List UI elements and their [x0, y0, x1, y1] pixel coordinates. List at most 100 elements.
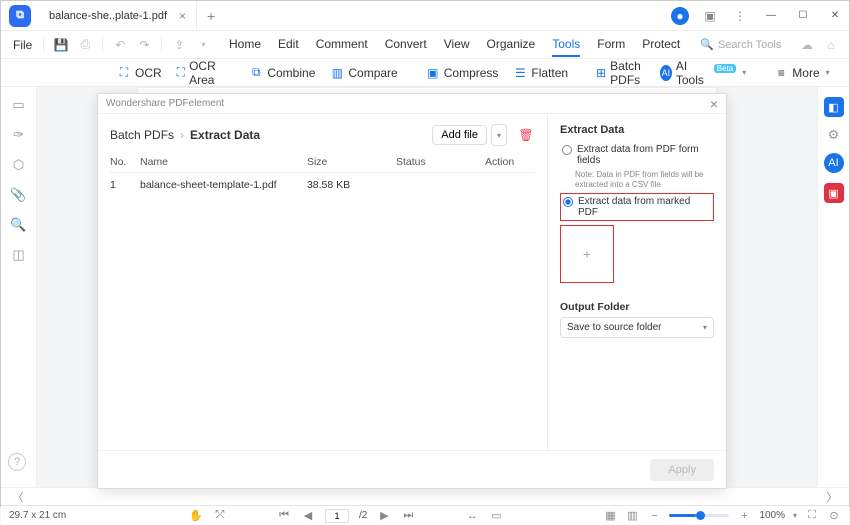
view-mode-2-icon[interactable]: ▥	[625, 509, 639, 523]
next-page-arrow[interactable]: 〉	[825, 489, 839, 505]
tab-form[interactable]: Form	[597, 33, 625, 57]
tab-tools[interactable]: Tools	[552, 33, 580, 57]
tab-edit[interactable]: Edit	[278, 33, 299, 57]
cloud-icon[interactable]: ☁	[798, 36, 816, 54]
cell-no: 1	[110, 179, 140, 191]
select-tool-icon[interactable]: ⤱	[213, 509, 227, 523]
tool-more[interactable]: ≡More▾	[768, 66, 835, 80]
minimize-button[interactable]: —	[757, 1, 785, 31]
tool-ai-tools[interactable]: AIAI ToolsBeta▾	[654, 59, 752, 87]
undo-icon[interactable]: ↶	[111, 36, 129, 54]
plus-icon: +	[583, 246, 591, 262]
table-row[interactable]: 1 balance-sheet-template-1.pdf 38.58 KB	[110, 173, 535, 197]
tab-organize[interactable]: Organize	[487, 33, 536, 57]
next-icon[interactable]: ▶	[377, 509, 391, 523]
sliders-icon[interactable]: ⚙	[826, 127, 842, 143]
fit-width-icon[interactable]: ↔	[465, 509, 479, 523]
add-region-box[interactable]: +	[560, 225, 614, 283]
file-menu[interactable]: File	[7, 38, 38, 52]
maximize-button[interactable]: ☐	[789, 1, 817, 31]
breadcrumb-leaf: Extract Data	[190, 128, 260, 142]
tab-comment[interactable]: Comment	[316, 33, 368, 57]
compress-icon: ▣	[426, 66, 440, 80]
output-folder-select[interactable]: Save to source folder ▾	[560, 317, 714, 338]
tool-ocr-area[interactable]: ⛶OCR Area	[171, 59, 228, 87]
new-tab-button[interactable]: +	[197, 8, 225, 24]
zoom-in-icon[interactable]: +	[737, 509, 751, 523]
help-icon[interactable]: ?	[8, 453, 26, 471]
hand-tool-icon[interactable]: ✋	[189, 509, 203, 523]
tab-convert[interactable]: Convert	[385, 33, 427, 57]
panel-toggle-icon[interactable]: ◧	[824, 97, 844, 117]
close-window-button[interactable]: ✕	[821, 1, 849, 31]
tool-compress[interactable]: ▣Compress	[420, 66, 505, 80]
tool-batch-pdfs[interactable]: ⊞Batch PDFs	[590, 59, 651, 87]
zoom-thumb[interactable]	[696, 511, 705, 520]
tab-protect[interactable]: Protect	[642, 33, 680, 57]
batch-icon: ⊞	[596, 66, 606, 80]
tab-home[interactable]: Home	[229, 33, 261, 57]
tool-combine[interactable]: ⧉Combine	[243, 66, 321, 80]
close-tab-icon[interactable]: ×	[179, 9, 186, 23]
chevron-down-icon: ▾	[703, 323, 707, 332]
document-tab[interactable]: balance-she..plate-1.pdf ×	[39, 1, 197, 30]
modal-close-button[interactable]: ×	[710, 96, 718, 112]
breadcrumb-root[interactable]: Batch PDFs	[110, 128, 174, 142]
search-tools[interactable]: 🔍 Search Tools	[700, 38, 781, 51]
redo-icon[interactable]: ↷	[135, 36, 153, 54]
share-icon[interactable]: ⇪	[170, 36, 188, 54]
fullscreen-icon[interactable]: ⛶	[805, 509, 819, 523]
zoom-value: 100%	[759, 510, 785, 521]
modal-right-panel: Extract Data Extract data from PDF form …	[548, 114, 726, 450]
tab-view[interactable]: View	[444, 33, 470, 57]
fit-page-icon[interactable]: ▭	[489, 509, 503, 523]
prev-page-arrow[interactable]: 〈	[11, 489, 25, 505]
tool-flatten[interactable]: ☰Flatten	[507, 66, 574, 80]
option-marked-pdf[interactable]: Extract data from marked PDF	[560, 193, 714, 221]
tool-compare[interactable]: ▥Compare	[324, 66, 403, 80]
radio-checked-icon	[563, 197, 573, 207]
user-avatar-icon[interactable]: ●	[671, 7, 689, 25]
add-file-dropdown[interactable]: ▾	[491, 124, 507, 146]
cell-name: balance-sheet-template-1.pdf	[140, 179, 307, 191]
save-icon[interactable]: 💾	[52, 36, 70, 54]
ai-chat-icon[interactable]: AI	[824, 153, 844, 173]
pdf-icon[interactable]: ▣	[824, 183, 844, 203]
window-layout-icon[interactable]: ▣	[701, 7, 719, 25]
delete-button[interactable]: 🗑	[517, 124, 535, 146]
layers-icon[interactable]: ◫	[11, 247, 27, 263]
left-rail: ▭ ✑ ⬡ 📎 🔍 ◫	[1, 87, 37, 487]
zoom-slider[interactable]	[669, 514, 729, 517]
kebab-menu-icon[interactable]: ⋮	[731, 7, 749, 25]
settings-corner-icon[interactable]: ⊙	[827, 509, 841, 523]
prev-icon[interactable]: ◀	[301, 509, 315, 523]
tab-title: balance-she..plate-1.pdf	[49, 10, 167, 22]
chevron-down-icon[interactable]: ▾	[194, 36, 212, 54]
apply-button[interactable]: Apply	[650, 459, 714, 481]
home-icon[interactable]: ⌂	[822, 36, 840, 54]
more-icon: ≡	[774, 66, 788, 80]
menu-bar: File 💾 ⎙ ↶ ↷ ⇪ ▾ Home Edit Comment Conve…	[1, 31, 849, 59]
search-icon: 🔍	[700, 38, 714, 51]
view-mode-1-icon[interactable]: ▦	[603, 509, 617, 523]
search-placeholder: Search Tools	[718, 39, 781, 51]
zoom-dropdown-icon[interactable]: ▾	[793, 511, 797, 520]
bookmarks-icon[interactable]: ✑	[11, 127, 27, 143]
print-icon[interactable]: ⎙	[76, 36, 94, 54]
option-form-fields[interactable]: Extract data from PDF form fields	[560, 142, 714, 168]
app-logo-icon: ⧉	[9, 5, 31, 27]
ocr-icon: ⛶	[117, 66, 131, 80]
file-table-header: No. Name Size Status Action	[110, 156, 535, 173]
shield-icon[interactable]: ⬡	[11, 157, 27, 173]
page-number-input[interactable]	[325, 509, 349, 523]
modal-left-panel: Batch PDFs › Extract Data Add file ▾ 🗑 N…	[98, 114, 548, 450]
add-file-button[interactable]: Add file	[432, 125, 487, 145]
zoom-out-icon[interactable]: −	[647, 509, 661, 523]
thumbnails-icon[interactable]: ▭	[11, 97, 27, 113]
tool-ocr[interactable]: ⛶OCR	[111, 66, 168, 80]
attachments-icon[interactable]: 📎	[11, 187, 27, 203]
output-folder-label: Output Folder	[560, 301, 714, 313]
search-panel-icon[interactable]: 🔍	[11, 217, 27, 233]
first-page-icon[interactable]: ⏮	[277, 509, 291, 523]
last-page-icon[interactable]: ⏭	[401, 509, 415, 523]
